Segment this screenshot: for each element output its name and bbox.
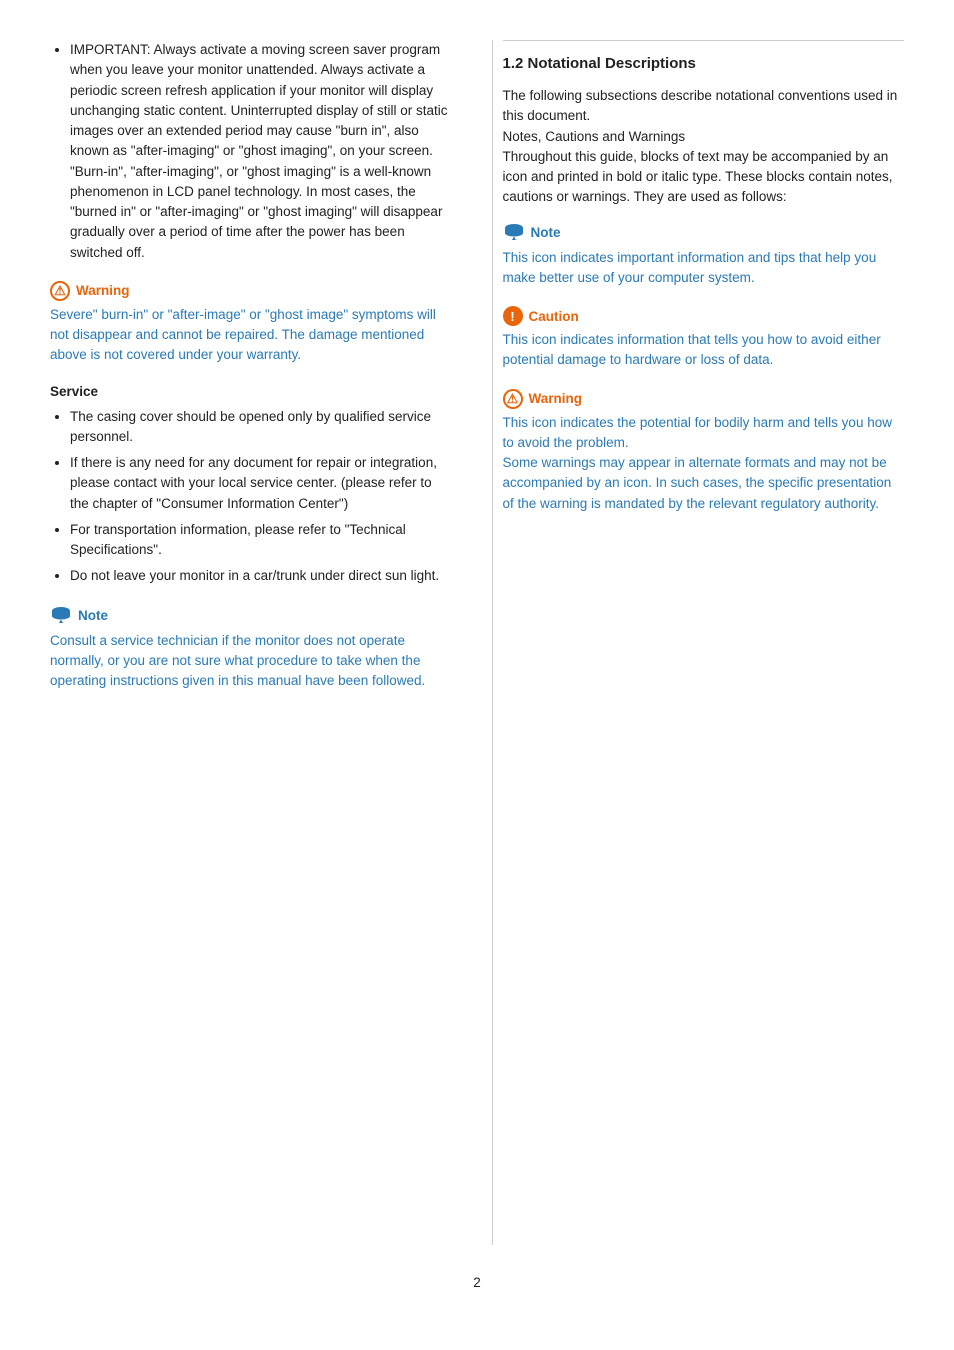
note-header-right: Note <box>503 222 905 244</box>
service-item-4: Do not leave your monitor in a car/trunk… <box>70 566 452 586</box>
important-bullet-list: IMPORTANT: Always activate a moving scre… <box>50 40 452 263</box>
note-header-1: Note <box>50 605 452 627</box>
important-item: IMPORTANT: Always activate a moving scre… <box>70 40 452 263</box>
page-number: 2 <box>50 1275 904 1290</box>
note-icon-right <box>503 222 525 244</box>
caution-header-right: ! Caution <box>503 306 905 326</box>
warning-header-1: ⚠ Warning <box>50 281 452 301</box>
service-item-2: If there is any need for any document fo… <box>70 453 452 514</box>
intro-text: The following subsections describe notat… <box>503 86 905 208</box>
note-text-right: This icon indicates important informatio… <box>503 248 905 289</box>
left-column: IMPORTANT: Always activate a moving scre… <box>50 40 462 1245</box>
right-column: 1.2 Notational Descriptions The followin… <box>492 40 905 1245</box>
warning-label-right: Warning <box>529 391 583 406</box>
caution-icon-right: ! <box>503 306 523 326</box>
note-box-right: Note This icon indicates important infor… <box>503 222 905 289</box>
service-title: Service <box>50 384 452 399</box>
section-title: 1.2 Notational Descriptions <box>503 55 905 72</box>
page: IMPORTANT: Always activate a moving scre… <box>0 0 954 1350</box>
service-list: The casing cover should be opened only b… <box>50 407 452 587</box>
warning-box-right: ⚠ Warning This icon indicates the potent… <box>503 389 905 514</box>
warning-box-1: ⚠ Warning Severe" burn-in" or "after-ima… <box>50 281 452 366</box>
warning-icon-right: ⚠ <box>503 389 523 409</box>
note-label-right: Note <box>531 225 561 240</box>
important-text: IMPORTANT: Always activate a moving scre… <box>70 42 447 260</box>
caution-label-right: Caution <box>529 309 579 324</box>
caution-text-right: This icon indicates information that tel… <box>503 330 905 371</box>
warning-header-right: ⚠ Warning <box>503 389 905 409</box>
note-icon-1 <box>50 605 72 627</box>
service-item-3: For transportation information, please r… <box>70 520 452 561</box>
top-divider <box>503 40 905 41</box>
warning-text-right: This icon indicates the potential for bo… <box>503 413 905 514</box>
warning-label-1: Warning <box>76 283 130 298</box>
warning-icon-1: ⚠ <box>50 281 70 301</box>
warning-text-1: Severe" burn-in" or "after-image" or "gh… <box>50 305 452 366</box>
service-item-1: The casing cover should be opened only b… <box>70 407 452 448</box>
note-box-1: Note Consult a service technician if the… <box>50 605 452 692</box>
note-text-1: Consult a service technician if the moni… <box>50 631 452 692</box>
caution-box-right: ! Caution This icon indicates informatio… <box>503 306 905 371</box>
two-column-layout: IMPORTANT: Always activate a moving scre… <box>50 40 904 1245</box>
note-label-1: Note <box>78 608 108 623</box>
